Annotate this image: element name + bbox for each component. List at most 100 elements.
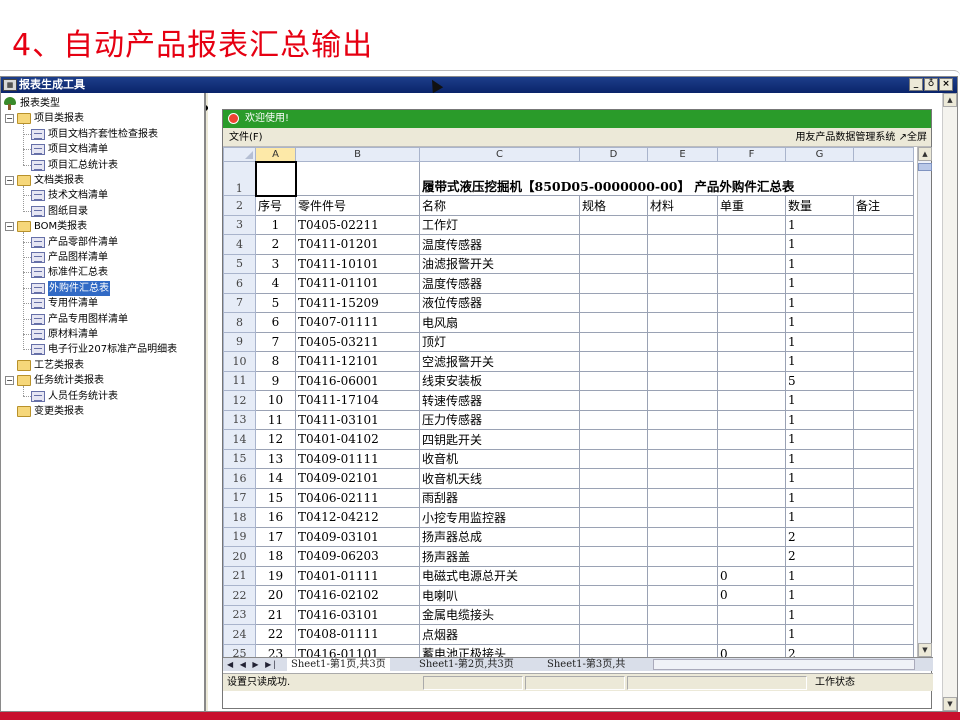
cell[interactable]: 四钥匙开关: [419, 429, 580, 450]
row-header[interactable]: 15: [223, 448, 256, 469]
row-header[interactable]: 14: [223, 429, 256, 450]
cell[interactable]: T0401-01111: [295, 565, 420, 586]
cell[interactable]: [295, 161, 420, 196]
cell[interactable]: 压力传感器: [419, 409, 580, 430]
cell[interactable]: [853, 565, 914, 586]
cell[interactable]: 12: [255, 429, 296, 450]
cell[interactable]: [647, 487, 718, 508]
column-header[interactable]: D: [579, 147, 648, 162]
cell[interactable]: [579, 370, 648, 391]
tree-item[interactable]: 项目文档齐套性检查报表: [1, 127, 201, 142]
cell[interactable]: T0411-17104: [295, 390, 420, 411]
cell[interactable]: 电喇叭: [419, 585, 580, 606]
tree-item[interactable]: − BOM类报表: [1, 219, 201, 234]
sheet-vertical-scrollbar[interactable]: ▲ ▼: [917, 147, 932, 657]
tree-item[interactable]: 外购件汇总表: [1, 280, 201, 296]
row-header[interactable]: 7: [223, 292, 256, 313]
tree-item[interactable]: − 项目类报表: [1, 111, 201, 126]
row-header[interactable]: 8: [223, 312, 256, 333]
cell[interactable]: 1: [785, 507, 854, 528]
cell[interactable]: [853, 234, 914, 255]
cell[interactable]: [853, 643, 914, 657]
cell[interactable]: 1: [785, 468, 854, 489]
cell[interactable]: [647, 507, 718, 528]
cell[interactable]: [579, 429, 648, 450]
scroll-up-icon[interactable]: ▲: [918, 147, 932, 161]
cell[interactable]: [647, 468, 718, 489]
tree-item[interactable]: 人员任务统计表: [1, 389, 201, 404]
cell[interactable]: 13: [255, 448, 296, 469]
cell[interactable]: [647, 312, 718, 333]
cell[interactable]: T0409-06203: [295, 546, 420, 567]
collapse-icon[interactable]: −: [5, 376, 14, 386]
cell[interactable]: [717, 409, 786, 430]
cell[interactable]: 温度传感器: [419, 234, 580, 255]
cell[interactable]: 液位传感器: [419, 292, 580, 313]
cell[interactable]: 2: [255, 234, 296, 255]
tree-item[interactable]: − 任务统计类报表: [1, 373, 201, 388]
cell[interactable]: 0: [717, 643, 786, 657]
cell[interactable]: [853, 526, 914, 547]
cell[interactable]: [853, 292, 914, 313]
close-button[interactable]: ×: [939, 78, 953, 91]
tree-item[interactable]: − 文档类报表: [1, 173, 201, 188]
panel-vertical-scrollbar[interactable]: ▲ ▼: [942, 93, 957, 711]
cell[interactable]: [853, 546, 914, 567]
cell[interactable]: [717, 273, 786, 294]
cell[interactable]: 1: [785, 253, 854, 274]
cell[interactable]: 金属电缆接头: [419, 604, 580, 625]
fullscreen-link[interactable]: 用友产品数据管理系统 ↗全屏: [795, 128, 927, 147]
cell[interactable]: [717, 507, 786, 528]
cell[interactable]: T0405-03211: [295, 331, 420, 352]
cell[interactable]: 17: [255, 526, 296, 547]
scroll-thumb[interactable]: [918, 163, 932, 171]
row-header[interactable]: 21: [223, 565, 256, 586]
cell[interactable]: [853, 370, 914, 391]
cell[interactable]: T0401-04102: [295, 429, 420, 450]
cell[interactable]: 雨刮器: [419, 487, 580, 508]
cell[interactable]: T0411-12101: [295, 351, 420, 372]
tree-item[interactable]: 产品专用图样清单: [1, 312, 201, 327]
cell[interactable]: [853, 487, 914, 508]
row-header[interactable]: 3: [223, 214, 256, 235]
collapse-icon[interactable]: −: [5, 114, 14, 124]
cell[interactable]: 7: [255, 331, 296, 352]
column-title[interactable]: 单重: [717, 195, 786, 216]
cell[interactable]: [579, 565, 648, 586]
cell[interactable]: 1: [785, 487, 854, 508]
cell[interactable]: 顶灯: [419, 331, 580, 352]
cell[interactable]: 19: [255, 565, 296, 586]
row-header[interactable]: 18: [223, 507, 256, 528]
tree-item[interactable]: 标准件汇总表: [1, 265, 201, 280]
cell[interactable]: [647, 253, 718, 274]
tree-item[interactable]: 报表类型: [1, 96, 201, 111]
cell[interactable]: 转速传感器: [419, 390, 580, 411]
cell[interactable]: [579, 468, 648, 489]
row-header[interactable]: 13: [223, 409, 256, 430]
cell[interactable]: [647, 292, 718, 313]
column-title[interactable]: 序号: [255, 195, 296, 216]
column-header[interactable]: F: [717, 147, 786, 162]
cell[interactable]: [579, 331, 648, 352]
scroll-down-icon[interactable]: ▼: [918, 643, 932, 657]
column-title[interactable]: 材料: [647, 195, 718, 216]
cell[interactable]: T0409-02101: [295, 468, 420, 489]
row-header[interactable]: 23: [223, 604, 256, 625]
cell[interactable]: T0416-06001: [295, 370, 420, 391]
cell[interactable]: [647, 546, 718, 567]
cell[interactable]: [717, 351, 786, 372]
restore-button[interactable]: ♁: [924, 78, 938, 91]
cell[interactable]: [579, 351, 648, 372]
cell[interactable]: T0409-01111: [295, 448, 420, 469]
cell[interactable]: T0411-01101: [295, 273, 420, 294]
tree-item[interactable]: 产品图样清单: [1, 250, 201, 265]
cell[interactable]: 温度传感器: [419, 273, 580, 294]
cell[interactable]: [579, 390, 648, 411]
cell[interactable]: [717, 234, 786, 255]
cell[interactable]: T0416-01101: [295, 643, 420, 657]
sheet-tab-3[interactable]: Sheet1-第3页,共: [543, 658, 629, 671]
cell[interactable]: 1: [785, 624, 854, 645]
cell[interactable]: [579, 643, 648, 657]
cell[interactable]: T0416-03101: [295, 604, 420, 625]
cell[interactable]: 电磁式电源总开关: [419, 565, 580, 586]
